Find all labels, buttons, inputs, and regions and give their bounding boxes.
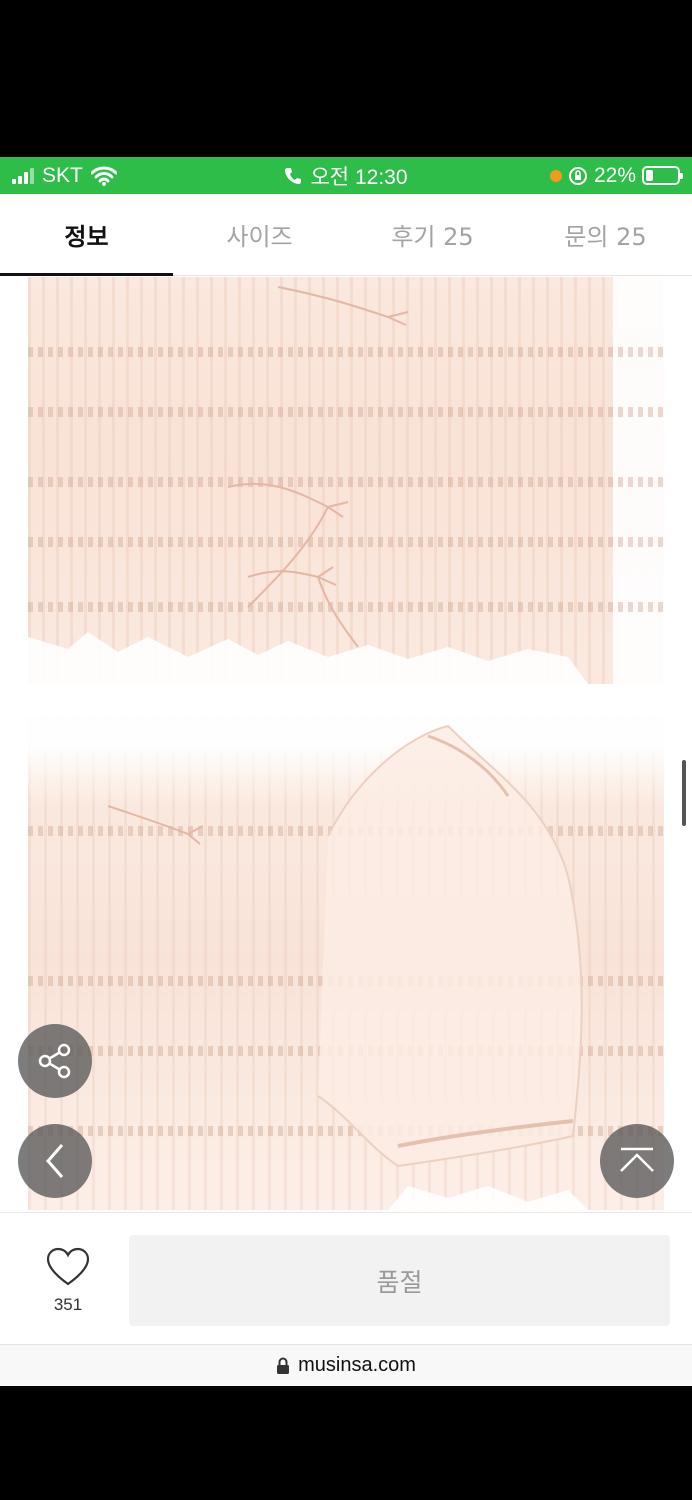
tab-reviews[interactable]: 후기 25 [346, 194, 519, 275]
tab-info[interactable]: 정보 [0, 194, 173, 276]
battery-icon [642, 166, 683, 185]
status-bar: SKT 오전 12:30 22% [0, 157, 692, 194]
clock: 오전 12:30 [310, 165, 408, 189]
heart-icon [46, 1247, 90, 1286]
scroll-to-top-icon [620, 1147, 654, 1172]
browser-url-bar[interactable]: musinsa.com [0, 1344, 692, 1386]
share-icon [38, 1043, 71, 1079]
share-button[interactable] [18, 1024, 92, 1098]
scrollbar-thumb[interactable] [682, 760, 686, 826]
rotation-lock-icon [568, 166, 587, 185]
tab-size[interactable]: 사이즈 [173, 194, 346, 275]
product-image-front [28, 277, 664, 684]
back-button[interactable] [18, 1124, 92, 1198]
tab-inquiries[interactable]: 문의 25 [519, 194, 692, 275]
url-text: musinsa.com [298, 1354, 416, 1376]
lock-icon [277, 1357, 290, 1374]
scroll-to-top-button[interactable] [600, 1124, 674, 1198]
product-image-sleeve [28, 716, 664, 1210]
battery-level [646, 170, 653, 181]
battery-percent: 22% [593, 163, 636, 187]
status-right: 22% [549, 163, 683, 188]
soldout-button[interactable]: 품절 [129, 1235, 670, 1326]
phone-icon [285, 167, 302, 184]
mic-in-use-dot-icon [549, 169, 562, 182]
chevron-left-icon [46, 1144, 64, 1178]
like-button[interactable]: 351 [36, 1247, 100, 1315]
product-tabs: 정보 사이즈 후기 25 문의 25 [0, 194, 692, 276]
like-count: 351 [53, 1295, 83, 1314]
purchase-bar: 351 품절 [0, 1212, 692, 1344]
product-page: 정보 사이즈 후기 25 문의 25 351 품절 musinsa.com [0, 194, 692, 1386]
